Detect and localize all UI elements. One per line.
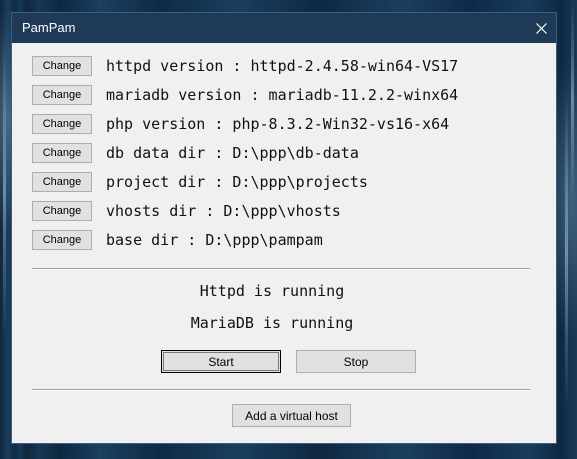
change-httpd-version-button[interactable]: Change bbox=[32, 56, 92, 76]
vhosts-dir-label: vhosts dir : D:\ppp\vhosts bbox=[106, 202, 341, 220]
title-bar[interactable]: PamPam bbox=[12, 13, 556, 43]
php-version-label: php version : php-8.3.2-Win32-vs16-x64 bbox=[106, 115, 450, 133]
close-button[interactable] bbox=[526, 13, 556, 43]
stop-button[interactable]: Stop bbox=[296, 350, 416, 373]
add-virtual-host-button[interactable]: Add a virtual host bbox=[232, 404, 351, 427]
project-dir-label: project dir : D:\ppp\projects bbox=[106, 173, 368, 191]
separator-bottom bbox=[32, 389, 530, 391]
wallpaper-streak bbox=[571, 0, 574, 200]
setting-row-vhosts-dir: Change vhosts dir : D:\ppp\vhosts bbox=[32, 200, 341, 222]
base-dir-label: base dir : D:\ppp\pampam bbox=[106, 231, 323, 249]
change-php-version-button[interactable]: Change bbox=[32, 114, 92, 134]
setting-row-php-version: Change php version : php-8.3.2-Win32-vs1… bbox=[32, 113, 449, 135]
mariadb-version-label: mariadb version : mariadb-11.2.2-winx64 bbox=[106, 86, 459, 104]
change-db-data-dir-button[interactable]: Change bbox=[32, 143, 92, 163]
start-button[interactable]: Start bbox=[161, 350, 281, 373]
httpd-status-text: Httpd is running bbox=[199, 282, 345, 300]
db-data-dir-label: db data dir : D:\ppp\db-data bbox=[106, 144, 359, 162]
wallpaper-streak bbox=[565, 90, 568, 410]
httpd-version-label: httpd version : httpd-2.4.58-win64-VS17 bbox=[106, 57, 459, 75]
setting-row-project-dir: Change project dir : D:\ppp\projects bbox=[32, 171, 368, 193]
close-icon bbox=[535, 22, 547, 34]
mariadb-status-text: MariaDB is running bbox=[190, 314, 354, 332]
change-vhosts-dir-button[interactable]: Change bbox=[32, 201, 92, 221]
setting-row-mariadb-version: Change mariadb version : mariadb-11.2.2-… bbox=[32, 84, 458, 106]
setting-row-base-dir: Change base dir : D:\ppp\pampam bbox=[32, 229, 323, 251]
separator-top bbox=[32, 268, 530, 270]
change-project-dir-button[interactable]: Change bbox=[32, 172, 92, 192]
setting-row-db-data-dir: Change db data dir : D:\ppp\db-data bbox=[32, 142, 359, 164]
change-base-dir-button[interactable]: Change bbox=[32, 230, 92, 250]
setting-row-httpd-version: Change httpd version : httpd-2.4.58-win6… bbox=[32, 55, 458, 77]
pampam-window: PamPam Change httpd version : httpd-2.4.… bbox=[11, 12, 557, 444]
window-title: PamPam bbox=[22, 20, 76, 35]
change-mariadb-version-button[interactable]: Change bbox=[32, 85, 92, 105]
